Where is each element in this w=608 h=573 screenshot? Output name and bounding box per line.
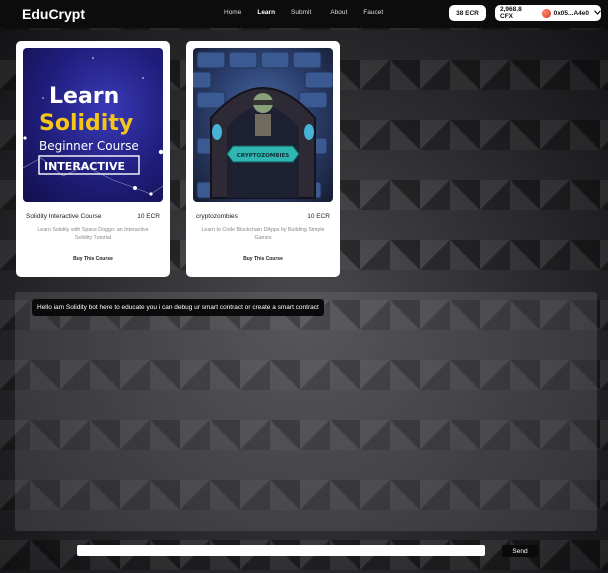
course-card[interactable]: CRYPTOZOMBIES cryptozombies 10 ECR Learn…: [186, 41, 340, 277]
course-description: Learn Solidity with Space Doggo: an Inte…: [37, 227, 149, 241]
bot-message-bubble: Hello iam Solidity bot here to educate y…: [32, 299, 324, 316]
course-thumbnail-cryptozombies: CRYPTOZOMBIES: [193, 48, 333, 202]
course-price: 10 ECR: [307, 213, 330, 220]
course-price: 10 ECR: [137, 213, 160, 220]
thumb-text-solidity: Solidity: [39, 111, 133, 136]
chat-input[interactable]: [77, 545, 485, 556]
nav-home[interactable]: Home: [224, 9, 241, 16]
course-title: Solidity Interactive Course: [26, 213, 102, 220]
thumb-text-cryptozombies: CRYPTOZOMBIES: [237, 153, 290, 159]
site-logo[interactable]: EduCrypt: [22, 6, 85, 22]
course-description: Learn to Code Blockchain DApps by Buildi…: [201, 227, 325, 241]
wallet-button[interactable]: 2,968.8 CFX 0x05...A4e0: [495, 5, 601, 21]
chevron-down-icon: [594, 9, 601, 17]
nav-faucet[interactable]: Faucet: [363, 9, 383, 16]
nav-submit[interactable]: Submit: [291, 9, 311, 16]
course-title: cryptozombies: [196, 213, 238, 220]
main-nav: Home Learn Submit About Faucet: [224, 9, 383, 16]
thumb-text-beginner: Beginner Course: [39, 139, 139, 153]
send-button[interactable]: Send: [502, 545, 538, 557]
nav-learn[interactable]: Learn: [257, 9, 275, 16]
chat-panel[interactable]: Hello iam Solidity bot here to educate y…: [15, 292, 597, 531]
buy-course-button[interactable]: Buy This Course: [16, 256, 170, 262]
cfx-balance: 2,968.8 CFX: [500, 6, 522, 20]
ecr-balance-badge: 38 ECR: [449, 5, 486, 21]
buy-course-button[interactable]: Buy This Course: [186, 256, 340, 262]
thumb-text-interactive: INTERACTIVE: [44, 160, 125, 173]
top-navbar: EduCrypt Home Learn Submit About Faucet …: [0, 0, 608, 28]
course-thumbnail-solidity: Learn Solidity Beginner Course INTERACTI…: [23, 48, 163, 202]
wallet-avatar: [541, 8, 551, 18]
thumb-text-learn: Learn: [49, 84, 119, 109]
nav-about[interactable]: About: [330, 9, 347, 16]
course-card[interactable]: Learn Solidity Beginner Course INTERACTI…: [16, 41, 170, 277]
wallet-address: 0x05...A4e0: [553, 9, 589, 17]
